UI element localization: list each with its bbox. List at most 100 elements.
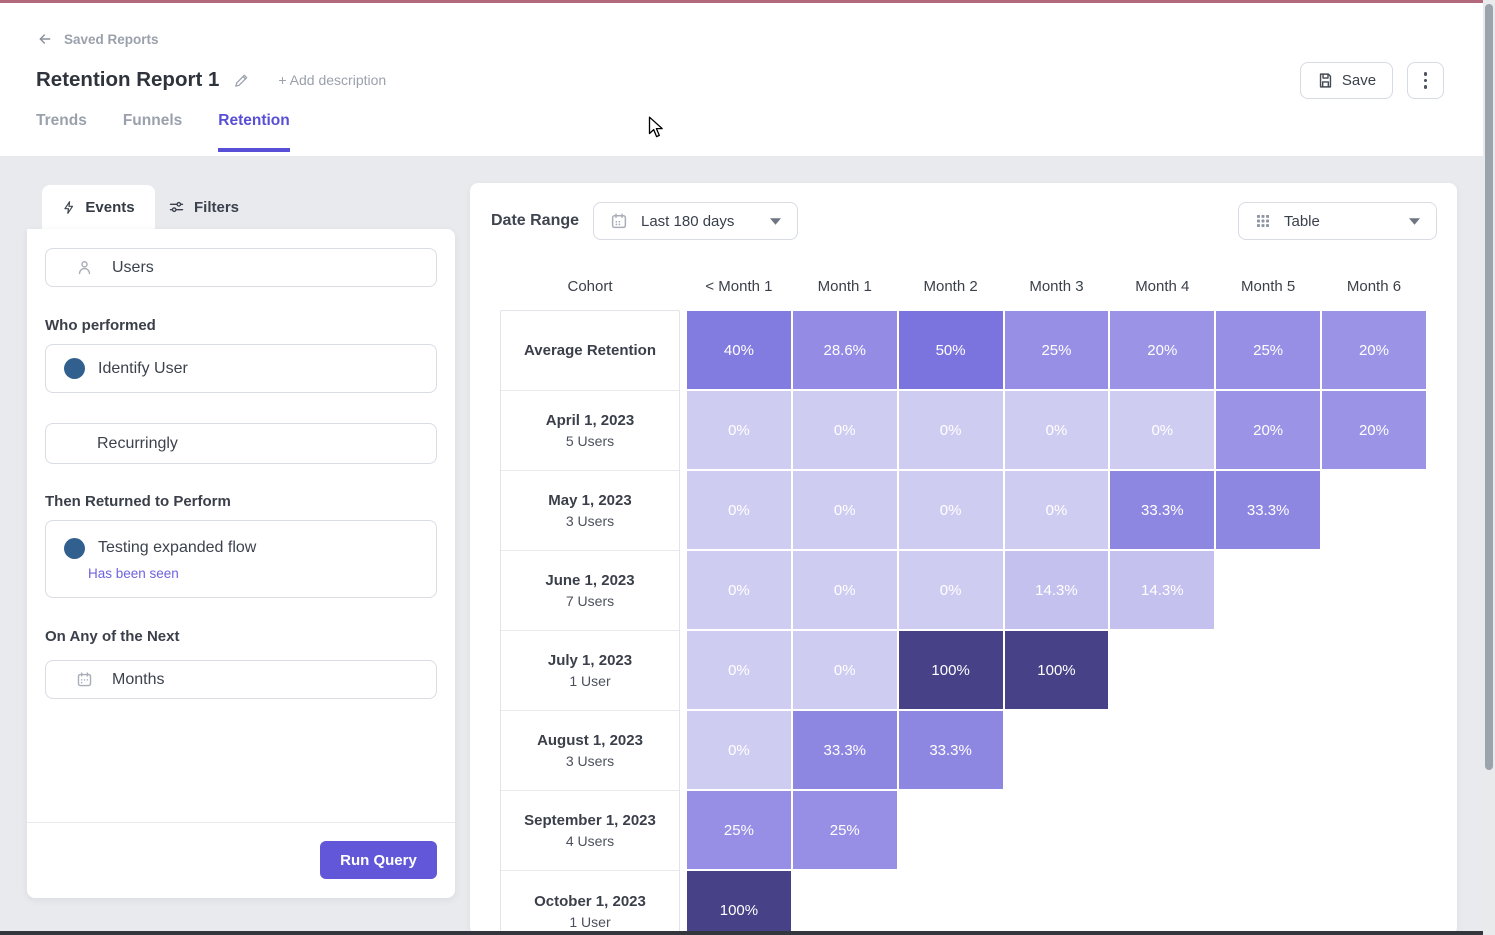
cohort-cell: October 1, 20231 User <box>501 871 679 935</box>
retention-cell[interactable]: 25% <box>792 790 898 870</box>
retention-cell[interactable]: 0% <box>898 550 1004 630</box>
performed-event-selector[interactable]: Identify User <box>45 344 437 393</box>
calendar-icon <box>76 671 93 688</box>
retention-cell[interactable]: 33.3% <box>898 710 1004 790</box>
panel-divider <box>27 822 455 823</box>
retention-cell[interactable]: 0% <box>686 630 792 710</box>
app-screen: Saved Reports Retention Report 1 + Add d… <box>0 0 1495 935</box>
cohort-cell: September 1, 20234 Users <box>501 791 679 871</box>
column-header: Month 4 <box>1109 278 1215 295</box>
cohort-user-count: 4 Users <box>566 833 614 849</box>
window-bottom-edge <box>0 931 1495 935</box>
cohort-cell: June 1, 20237 Users <box>501 551 679 631</box>
retention-cell[interactable]: 0% <box>1004 390 1110 470</box>
retention-cell[interactable]: 0% <box>792 470 898 550</box>
title-row: Retention Report 1 + Add description <box>36 68 386 92</box>
scrollbar-thumb[interactable] <box>1485 4 1493 770</box>
retention-cell[interactable]: 0% <box>686 710 792 790</box>
date-range-dropdown[interactable]: Last 180 days <box>593 202 798 240</box>
retention-cell[interactable]: 25% <box>1215 310 1321 390</box>
heatmap-grid: 40%28.6%50%25%20%25%20%0%0%0%0%0%20%20%0… <box>686 310 1427 935</box>
retention-cell[interactable]: 0% <box>898 390 1004 470</box>
return-event-selector[interactable]: Testing expanded flow Has been seen <box>45 520 437 598</box>
cohort-label: April 1, 2023 <box>546 412 634 429</box>
pencil-icon <box>233 72 250 89</box>
save-icon <box>1317 72 1334 89</box>
retention-cell[interactable]: 100% <box>686 870 792 935</box>
retention-cell[interactable]: 0% <box>686 470 792 550</box>
tab-trends[interactable]: Trends <box>36 112 87 152</box>
edit-title-button[interactable] <box>233 72 250 89</box>
retention-cell[interactable]: 0% <box>686 390 792 470</box>
retention-cell[interactable]: 20% <box>1321 310 1427 390</box>
report-tabs: Trends Funnels Retention <box>36 112 290 152</box>
retention-cell[interactable]: 100% <box>898 630 1004 710</box>
column-header: Month 6 <box>1321 278 1427 295</box>
event-dot-icon <box>64 538 85 559</box>
page-title: Retention Report 1 <box>36 68 219 92</box>
retention-cell[interactable]: 20% <box>1215 390 1321 470</box>
chevron-down-icon <box>1409 218 1420 225</box>
cohort-cell: July 1, 20231 User <box>501 631 679 711</box>
view-mode-dropdown[interactable]: Table <box>1238 202 1437 240</box>
retention-cell[interactable]: 0% <box>1004 470 1110 550</box>
retention-cell[interactable]: 20% <box>1321 390 1427 470</box>
tab-retention[interactable]: Retention <box>218 112 289 152</box>
retention-cell[interactable]: 25% <box>1004 310 1110 390</box>
date-range-value: Last 180 days <box>641 213 734 230</box>
vertical-scrollbar[interactable] <box>1483 0 1495 935</box>
retention-cell[interactable]: 100% <box>1004 630 1110 710</box>
retention-cell[interactable]: 0% <box>898 470 1004 550</box>
return-event-value: Testing expanded flow <box>98 539 256 557</box>
app-header: Saved Reports Retention Report 1 + Add d… <box>0 0 1495 156</box>
add-description-button[interactable]: + Add description <box>278 72 386 88</box>
bolt-icon <box>62 200 76 215</box>
cohort-cell: Average Retention <box>501 311 679 391</box>
cohort-label: August 1, 2023 <box>537 732 643 749</box>
retention-cell[interactable]: 0% <box>686 550 792 630</box>
retention-cell[interactable]: 25% <box>686 790 792 870</box>
run-query-button[interactable]: Run Query <box>320 841 437 879</box>
retention-cell[interactable]: 33.3% <box>792 710 898 790</box>
retention-cell[interactable]: 0% <box>792 390 898 470</box>
more-options-button[interactable] <box>1407 62 1444 99</box>
retention-cell[interactable]: 33.3% <box>1109 470 1215 550</box>
back-to-saved-reports[interactable]: Saved Reports <box>36 31 159 47</box>
retention-cell[interactable]: 14.3% <box>1109 550 1215 630</box>
user-icon <box>76 259 93 276</box>
tab-filters[interactable]: Filters <box>168 185 239 229</box>
events-tab-label: Events <box>85 199 134 216</box>
cohort-user-count: 1 User <box>569 673 610 689</box>
grid-icon <box>1255 213 1271 229</box>
cohort-user-count: 3 Users <box>566 513 614 529</box>
event-selector-value: Users <box>112 259 154 277</box>
interval-unit-selector[interactable]: Months <box>45 660 437 699</box>
cohort-label: Average Retention <box>524 342 656 359</box>
retention-cell[interactable]: 0% <box>792 630 898 710</box>
retention-cell[interactable]: 20% <box>1109 310 1215 390</box>
cohort-cell: August 1, 2023 3 Users <box>501 711 679 791</box>
column-header: Month 1 <box>792 278 898 295</box>
tab-funnels[interactable]: Funnels <box>123 112 182 152</box>
cohort-label: May 1, 2023 <box>548 492 631 509</box>
retention-cell[interactable]: 40% <box>686 310 792 390</box>
frequency-selector[interactable]: Recurringly <box>45 423 437 464</box>
column-header: Month 2 <box>898 278 1004 295</box>
cohort-user-count: 3 Users <box>566 753 614 769</box>
tab-events[interactable]: Events <box>42 185 155 229</box>
has-been-seen-link[interactable]: Has been seen <box>88 566 179 581</box>
event-selector[interactable]: Users <box>45 248 437 287</box>
cohort-user-count: 7 Users <box>566 593 614 609</box>
retention-cell[interactable]: 0% <box>1109 390 1215 470</box>
retention-cell[interactable]: 28.6% <box>792 310 898 390</box>
cohort-user-count: 1 User <box>569 914 610 930</box>
retention-cell[interactable]: 0% <box>792 550 898 630</box>
retention-cell[interactable]: 14.3% <box>1004 550 1110 630</box>
return-event-row: Testing expanded flow <box>46 538 256 559</box>
column-header: < Month 1 <box>686 278 792 295</box>
save-button[interactable]: Save <box>1300 62 1393 99</box>
kebab-icon <box>1424 72 1428 76</box>
retention-cell[interactable]: 33.3% <box>1215 470 1321 550</box>
cohort-user-count: 5 Users <box>566 433 614 449</box>
retention-cell[interactable]: 50% <box>898 310 1004 390</box>
